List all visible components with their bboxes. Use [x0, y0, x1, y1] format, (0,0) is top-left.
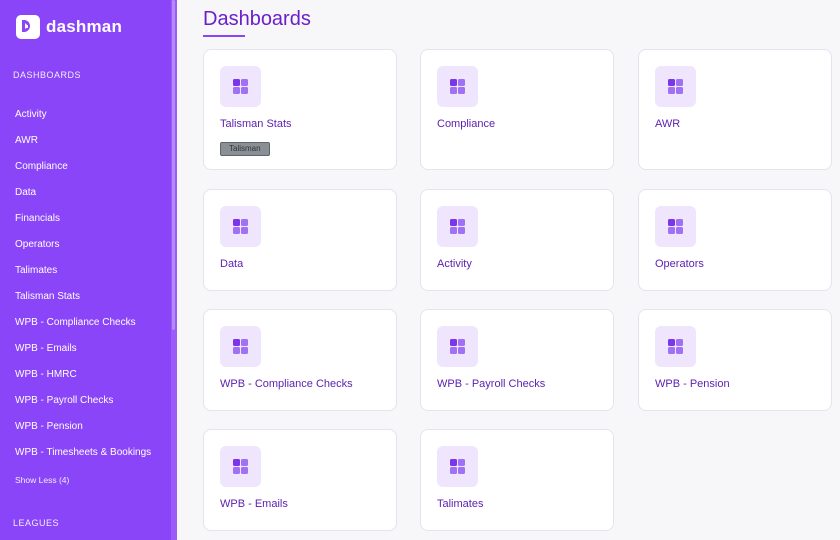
- dashboard-card-data[interactable]: Data: [203, 189, 397, 291]
- dashboard-grid-icon: [437, 66, 478, 107]
- card-title: Compliance: [437, 118, 496, 130]
- dashboard-grid-icon: [437, 326, 478, 367]
- show-less-link[interactable]: Show Less (4): [15, 475, 69, 485]
- sidebar-item-wpb-compliance-checks[interactable]: WPB - Compliance Checks: [15, 314, 151, 340]
- dashboard-card-compliance[interactable]: Compliance: [420, 49, 614, 170]
- sidebar-scrollbar-thumb[interactable]: [172, 0, 175, 330]
- app-name: dashman: [46, 17, 123, 36]
- card-title: WPB - Compliance Checks: [220, 378, 353, 390]
- sidebar-nav: Activity AWR Compliance Data Financials …: [15, 106, 151, 470]
- dashboard-card-talisman-stats[interactable]: Talisman Stats Talisman: [203, 49, 397, 170]
- sidebar-item-wpb-timesheets-bookings[interactable]: WPB - Timesheets & Bookings: [15, 444, 151, 470]
- sidebar-item-wpb-pension[interactable]: WPB - Pension: [15, 418, 151, 444]
- card-title: WPB - Emails: [220, 498, 288, 510]
- card-title: Data: [220, 258, 244, 270]
- dashboard-card-wpb-compliance-checks[interactable]: WPB - Compliance Checks: [203, 309, 397, 411]
- dashboard-card-operators[interactable]: Operators: [638, 189, 832, 291]
- sidebar-item-awr[interactable]: AWR: [15, 132, 151, 158]
- dashboard-card-awr[interactable]: AWR: [638, 49, 832, 170]
- dashboard-grid-icon: [220, 206, 261, 247]
- card-title: Talimates: [437, 498, 484, 510]
- dashboard-grid-icon: [437, 446, 478, 487]
- dashboard-grid-icon: [220, 446, 261, 487]
- dashboard-grid-icon: [437, 206, 478, 247]
- dashboard-grid-icon: [655, 326, 696, 367]
- dashboard-grid-icon: [655, 206, 696, 247]
- sidebar-item-wpb-emails[interactable]: WPB - Emails: [15, 340, 151, 366]
- sidebar-item-data[interactable]: Data: [15, 184, 151, 210]
- sidebar-item-wpb-payroll-checks[interactable]: WPB - Payroll Checks: [15, 392, 151, 418]
- section-title-dashboards: DASHBOARDS: [13, 70, 82, 80]
- card-title: Activity: [437, 258, 472, 270]
- main-content: Dashboards Talisman Stats Talisman Compl…: [177, 0, 840, 540]
- sidebar-item-talisman-stats[interactable]: Talisman Stats: [15, 288, 151, 314]
- card-title: Talisman Stats: [220, 118, 292, 130]
- sidebar-item-operators[interactable]: Operators: [15, 236, 151, 262]
- sidebar-item-compliance[interactable]: Compliance: [15, 158, 151, 184]
- sidebar-item-financials[interactable]: Financials: [15, 210, 151, 236]
- sidebar-item-wpb-hmrc[interactable]: WPB - HMRC: [15, 366, 151, 392]
- card-title: Operators: [655, 258, 704, 270]
- title-underline: [203, 35, 245, 37]
- sidebar-item-talimates[interactable]: Talimates: [15, 262, 151, 288]
- card-title: AWR: [655, 118, 681, 130]
- dashboard-grid-icon: [220, 326, 261, 367]
- section-title-leagues: LEAGUES: [13, 518, 60, 528]
- dashboard-card-activity[interactable]: Activity: [420, 189, 614, 291]
- card-tag: Talisman: [220, 142, 270, 156]
- card-title: WPB - Pension: [655, 378, 730, 390]
- card-title: WPB - Payroll Checks: [437, 378, 546, 390]
- app-logo[interactable]: dashman: [16, 15, 122, 39]
- dashboard-card-wpb-pension[interactable]: WPB - Pension: [638, 309, 832, 411]
- sidebar: dashman DASHBOARDS Activity AWR Complian…: [0, 0, 171, 540]
- dashboard-grid-icon: [655, 66, 696, 107]
- dashboard-card-wpb-emails[interactable]: WPB - Emails: [203, 429, 397, 531]
- dashboard-card-talimates[interactable]: Talimates: [420, 429, 614, 531]
- page-title: Dashboards: [203, 8, 311, 30]
- dashman-logo-icon: [16, 15, 40, 39]
- dashboard-grid-icon: [220, 66, 261, 107]
- sidebar-item-activity[interactable]: Activity: [15, 106, 151, 132]
- dashboard-card-wpb-payroll-checks[interactable]: WPB - Payroll Checks: [420, 309, 614, 411]
